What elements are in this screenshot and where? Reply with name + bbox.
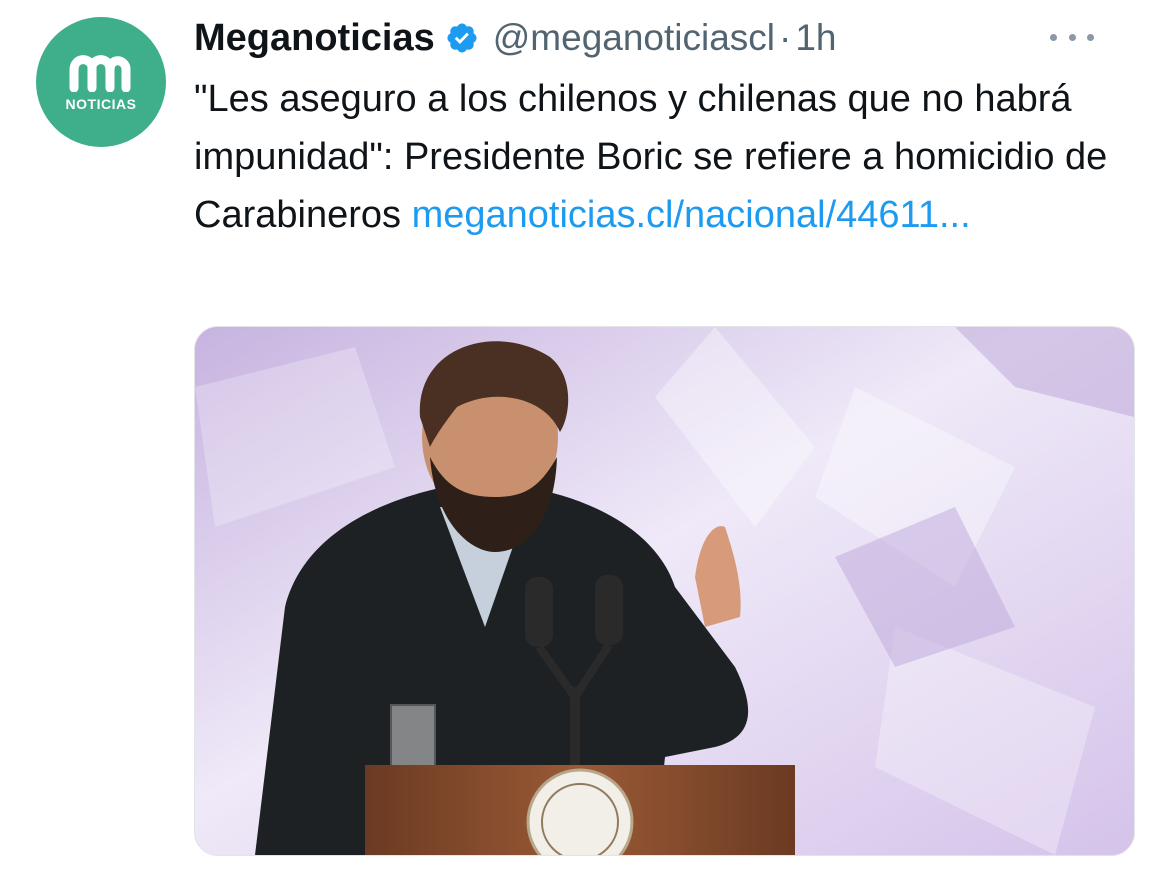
author-name[interactable]: Meganoticias — [194, 17, 435, 60]
tweet-text: "Les aseguro a los chilenos y chilenas q… — [194, 70, 1124, 244]
author-handle[interactable]: @meganoticiascl — [493, 17, 775, 59]
tweet-media-photo[interactable] — [194, 326, 1135, 856]
verified-badge-icon[interactable] — [445, 21, 479, 55]
photo-illustration — [195, 327, 1134, 855]
avatar-logo-text: NOTICIAS — [65, 96, 137, 112]
separator-dot: · — [779, 17, 792, 58]
more-options-icon[interactable] — [1050, 22, 1094, 52]
timestamp[interactable]: 1h — [795, 17, 836, 59]
meganoticias-logo-icon — [69, 55, 131, 92]
tweet[interactable]: NOTICIAS Meganoticias @meganoticiascl · … — [0, 0, 1154, 874]
tweet-header: Meganoticias @meganoticiascl · 1h — [194, 12, 1118, 64]
tweet-link[interactable]: meganoticias.cl/nacional/44611... — [412, 194, 971, 236]
avatar[interactable]: NOTICIAS — [36, 17, 166, 147]
